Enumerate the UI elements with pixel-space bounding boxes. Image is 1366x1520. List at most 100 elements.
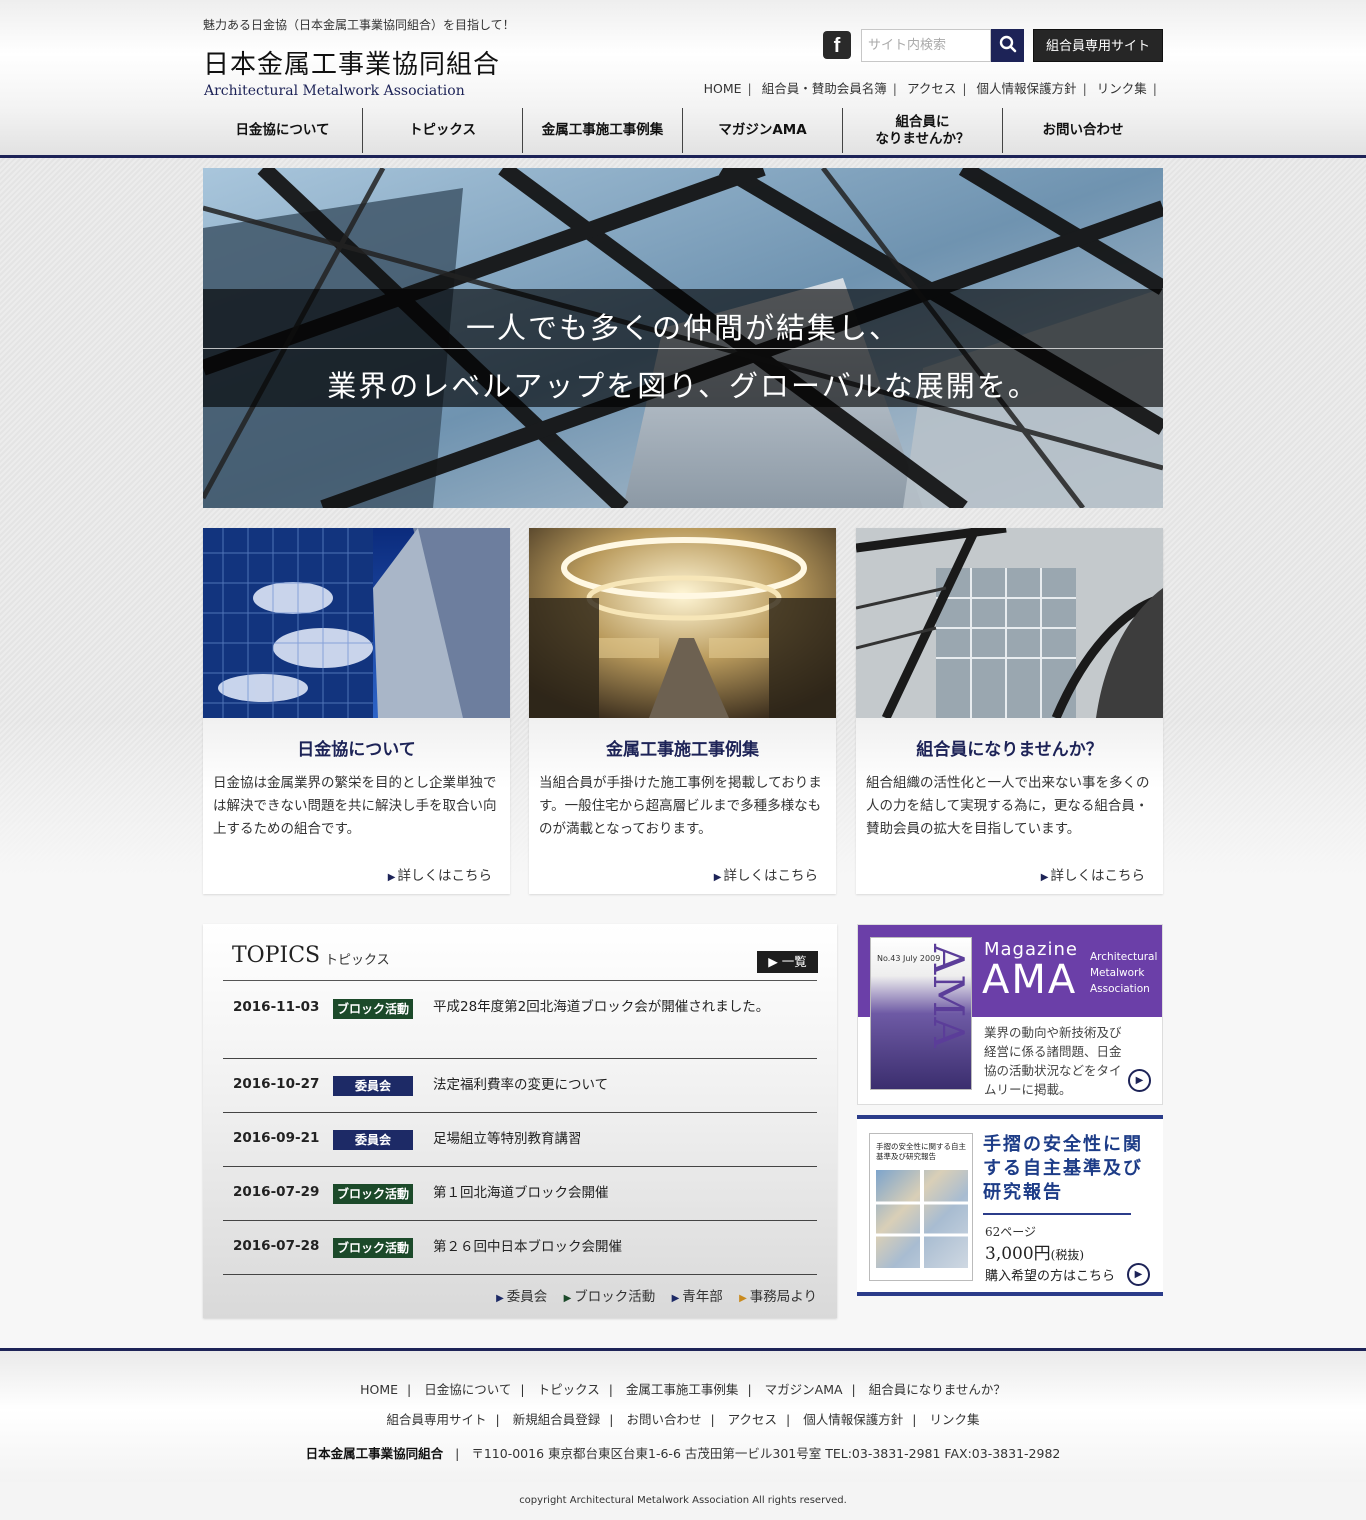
topic-headline[interactable]: 法定福利費率の変更について xyxy=(433,1073,793,1097)
topic-headline[interactable]: 足場組立等特別教育講習 xyxy=(433,1127,793,1151)
category-link-youth[interactable]: ▶ 青年部 xyxy=(672,1289,723,1305)
handrail-report-title: 手摺の安全性に関する自主基準及び研究報告 xyxy=(983,1134,1143,1203)
topic-row[interactable]: 2016-11-03 ブロック活動 平成28年度第2回北海道ブロック会が開催され… xyxy=(223,981,817,1059)
topic-date: 2016-11-03 xyxy=(233,999,320,1015)
footer-nav-secondary: 組合員専用サイト | 新規組合員登録 | お問い合わせ | アクセス | 個人情報保護方… xyxy=(386,1412,980,1427)
util-nav-links[interactable]: リンク集 xyxy=(1097,81,1147,96)
topic-headline[interactable]: 第１回北海道ブロック会開催 xyxy=(433,1181,793,1205)
nav-topics[interactable]: トピックス xyxy=(363,108,523,153)
card-about-more-label: 詳しくはこちら xyxy=(397,868,493,884)
nav-about[interactable]: 日金協について xyxy=(203,108,363,153)
footer-link-join[interactable]: 組合員になりませんか？ xyxy=(869,1382,1006,1397)
util-nav-home[interactable]: HOME xyxy=(704,81,742,96)
card-join-photo xyxy=(856,528,1163,718)
ama-cover-image: No.43 July 2009 AMA xyxy=(870,937,973,1090)
card-join-text: 組合組織の活性化と一人で出来ない事を多くの人の力を結して実現する為に，更なる組合… xyxy=(866,775,1150,837)
topic-category-badge: 委員会 xyxy=(333,1076,413,1096)
card-about-more-link[interactable]: ▶ 詳しくはこちら xyxy=(388,864,492,884)
topics-panel: TOPICS トピックス ▶ 一覧 2016-11-03 ブロック活動 平成28… xyxy=(203,924,837,1318)
search-button[interactable] xyxy=(991,29,1024,62)
topic-headline[interactable]: 平成28年度第2回北海道ブロック会が開催されました。 xyxy=(433,995,793,1019)
member-site-button[interactable]: 組合員専用サイト xyxy=(1033,29,1163,62)
topic-date: 2016-07-28 xyxy=(233,1238,320,1254)
handrail-cover-title: 手摺の安全性に関する自主基準及び研究報告 xyxy=(876,1142,966,1161)
category-label: ブロック活動 xyxy=(574,1289,656,1305)
play-triangle-icon: ▶ xyxy=(387,872,396,883)
nav-join[interactable]: 組合員に なりませんか？ xyxy=(843,108,1003,153)
category-label: 事務局より xyxy=(749,1289,817,1305)
footer-nav-primary: HOME | 日金協について | トピックス | 金属工事施工事例集 | マガジンAMA… xyxy=(360,1382,1006,1397)
search-input[interactable] xyxy=(861,29,991,62)
footer-link-links[interactable]: リンク集 xyxy=(929,1412,979,1427)
play-triangle-icon: ▶ xyxy=(739,1293,747,1304)
footer-link-member-site[interactable]: 組合員専用サイト xyxy=(387,1412,487,1427)
footer-link-magazine[interactable]: マガジンAMA xyxy=(765,1382,843,1397)
global-nav: 日金協について トピックス 金属工事施工事例集 マガジンAMA 組合員に なりま… xyxy=(203,108,1163,153)
topic-headline[interactable]: 第２６回中日本ブロック会開催 xyxy=(433,1235,793,1259)
logo-english: Architectural Metalwork Association xyxy=(204,83,465,99)
ama-english-name: Architectural Metalwork Association xyxy=(1090,951,1158,995)
category-link-secretariat[interactable]: ▶ 事務局より xyxy=(739,1289,817,1305)
facebook-icon[interactable]: f xyxy=(823,31,851,59)
hero-line-2: 業界のレベルアップを図り、グローバルな展開を。 xyxy=(327,369,1039,403)
copyright: copyright Architectural Metalwork Associ… xyxy=(519,1495,847,1506)
logo-japanese[interactable]: 日本金属工事業協同組合 xyxy=(203,44,500,81)
handrail-report-banner[interactable]: 手摺の安全性に関する自主基準及び研究報告 手摺の安全性に関する自主基準及び研究報… xyxy=(857,1115,1163,1296)
magazine-ama-banner[interactable]: No.43 July 2009 AMA Magazine AMA Archite… xyxy=(857,924,1163,1105)
card-join-more-link[interactable]: ▶ 詳しくはこちら xyxy=(1041,864,1145,884)
category-link-block[interactable]: ▶ ブロック活動 xyxy=(564,1289,656,1305)
card-case-studies-more-link[interactable]: ▶ 詳しくはこちら xyxy=(714,864,818,884)
footer-link-about[interactable]: 日金協について xyxy=(424,1382,511,1397)
footer-link-privacy[interactable]: 個人情報保護方針 xyxy=(803,1412,903,1427)
topics-view-all-button[interactable]: ▶ 一覧 xyxy=(757,951,818,973)
footer-org-name: 日本金属工事業協同組合 xyxy=(305,1446,444,1461)
price-value: 3,000円 xyxy=(985,1244,1051,1264)
card-about-text: 日金協は金属業界の繁栄を目的とし企業単独では解決できない問題を共に解決し手を取合… xyxy=(213,775,497,837)
card-about-photo xyxy=(203,528,510,718)
card-join[interactable]: 組合員になりませんか？ 組合組織の活性化と一人で出来ない事を多くの人の力を結して… xyxy=(856,528,1163,894)
handrail-divider xyxy=(983,1213,1131,1215)
category-label: 青年部 xyxy=(682,1289,723,1305)
site-footer: HOME | 日金協について | トピックス | 金属工事施工事例集 | マガジンAMA… xyxy=(0,1348,1366,1482)
footer-link-access[interactable]: アクセス xyxy=(728,1412,777,1427)
topic-date: 2016-07-29 xyxy=(233,1184,320,1200)
footer-link-topics[interactable]: トピックス xyxy=(538,1382,600,1397)
topic-date: 2016-10-27 xyxy=(233,1076,320,1092)
util-nav-privacy[interactable]: 個人情報保護方針 xyxy=(977,81,1077,96)
footer-link-case-studies[interactable]: 金属工事施工事例集 xyxy=(626,1382,739,1397)
util-nav-access[interactable]: アクセス xyxy=(907,81,956,96)
footer-link-home[interactable]: HOME xyxy=(360,1382,398,1397)
topic-row[interactable]: 2016-10-27 委員会 法定福利費率の変更について xyxy=(223,1059,817,1113)
category-link-committee[interactable]: ▶ 委員会 xyxy=(496,1289,547,1305)
search-icon xyxy=(999,35,1016,53)
ama-description: 業界の動向や新技術及び経営に係る諸問題、日金協の活動状況などをタイムリーに掲載。 xyxy=(984,1025,1122,1097)
nav-case-studies[interactable]: 金属工事施工事例集 xyxy=(523,108,683,153)
hero-banner: 一人でも多くの仲間が結集し、 業界のレベルアップを図り、グローバルな展開を。 xyxy=(203,168,1163,508)
topic-row[interactable]: 2016-07-28 ブロック活動 第２６回中日本ブロック会開催 xyxy=(223,1221,817,1275)
topic-date: 2016-09-21 xyxy=(233,1130,320,1146)
topic-category-badge: ブロック活動 xyxy=(333,1184,413,1204)
footer-link-register[interactable]: 新規組合員登録 xyxy=(513,1412,601,1427)
card-case-studies-title: 金属工事施工事例集 xyxy=(606,740,759,760)
topic-row[interactable]: 2016-09-21 委員会 足場組立等特別教育講習 xyxy=(223,1113,817,1167)
footer-address-text: 〒110-0016 東京都台東区台東1-6-6 古茂田第一ビル301号室 TEL… xyxy=(471,1446,1061,1461)
topic-row[interactable]: 2016-07-29 ブロック活動 第１回北海道ブロック会開催 xyxy=(223,1167,817,1221)
play-triangle-icon: ▶ xyxy=(713,872,722,883)
util-nav-directory[interactable]: 組合員・賛助会員名簿 xyxy=(762,81,887,96)
ama-title: AMA xyxy=(982,957,1078,1003)
topic-category-badge: 委員会 xyxy=(333,1130,413,1150)
play-triangle-icon: ▶ xyxy=(563,1293,572,1304)
card-case-studies[interactable]: 金属工事施工事例集 当組合員が手掛けた施工事例を掲載しております。一般住宅から超… xyxy=(529,528,836,894)
card-about[interactable]: 日金協について 日金協は金属業界の繁栄を目的とし企業単独では解決できない問題を共… xyxy=(203,528,510,894)
topic-category-badge: ブロック活動 xyxy=(333,999,413,1019)
nav-contact[interactable]: お問い合わせ xyxy=(1003,108,1163,153)
handrail-report-cover: 手摺の安全性に関する自主基準及び研究報告 xyxy=(869,1133,973,1281)
site-header: 魅力ある日金協（日本金属工事業協同組合）を目指して！ 日本金属工事業協同組合 A… xyxy=(0,0,1366,158)
play-triangle-icon: ▶ xyxy=(496,1293,504,1304)
topics-subtitle: トピックス xyxy=(325,953,390,968)
topics-category-links: ▶ 委員会 ▶ ブロック活動 ▶ 青年部 ▶ 事務局より xyxy=(484,1285,817,1305)
nav-magazine-ama[interactable]: マガジンAMA xyxy=(683,108,843,153)
topics-title: TOPICS xyxy=(232,943,321,968)
ama-cover-letters: AMA xyxy=(924,944,973,1048)
footer-link-contact[interactable]: お問い合わせ xyxy=(626,1412,701,1427)
